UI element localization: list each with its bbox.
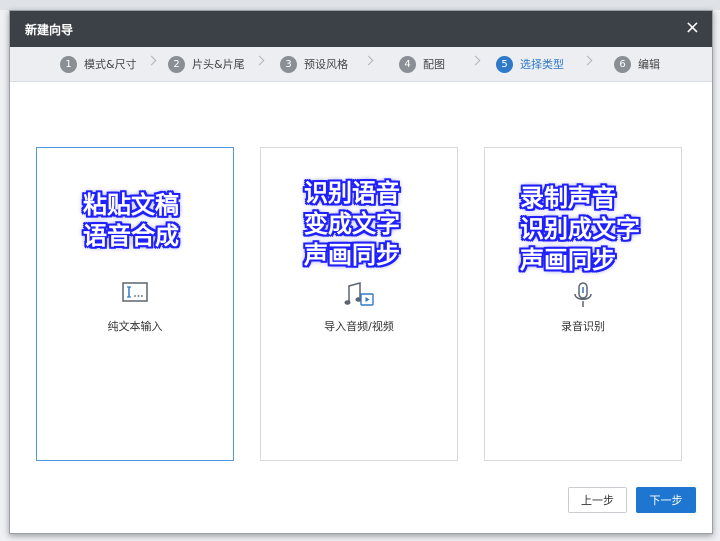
- option-card-text-input[interactable]: 粘贴文稿 语音合成 纯文本输入: [36, 147, 234, 461]
- option-label: 录音识别: [561, 320, 605, 333]
- new-wizard-dialog: 新建向导 × 1 模式&尺寸 2 片头&片尾 3 预设风格 4 配图 5 选择类…: [9, 10, 713, 534]
- step-number: 6: [614, 55, 631, 73]
- chevron-right-icon: [363, 55, 374, 66]
- step-number: 2: [168, 55, 185, 73]
- wizard-steps-bar: 1 模式&尺寸 2 片头&片尾 3 预设风格 4 配图 5 选择类型 6 编辑: [10, 47, 712, 82]
- step-label: 配图: [423, 58, 445, 71]
- step-6[interactable]: 6 编辑: [614, 55, 660, 73]
- step-5-active[interactable]: 5 选择类型: [496, 55, 564, 73]
- overlay-caption: 粘贴文稿 语音合成: [83, 191, 179, 250]
- overlay-caption: 识别语音 变成文字 声画同步: [304, 179, 400, 269]
- step-number: 3: [280, 55, 297, 73]
- chevron-right-icon: [470, 55, 481, 66]
- step-label: 编辑: [638, 58, 660, 71]
- step-label: 选择类型: [520, 58, 564, 71]
- option-label: 纯文本输入: [107, 320, 163, 333]
- music-video-icon: [261, 282, 457, 308]
- overlay-caption: 录制声音 识别成文字 声画同步: [520, 184, 640, 274]
- chevron-right-icon: [582, 55, 593, 66]
- step-number: 5: [496, 55, 513, 73]
- step-1[interactable]: 1 模式&尺寸: [60, 55, 137, 73]
- option-label: 导入音频/视频: [324, 320, 394, 333]
- text-input-icon: [37, 282, 233, 302]
- step-label: 模式&尺寸: [84, 58, 137, 71]
- dialog-title: 新建向导: [25, 23, 74, 37]
- previous-step-button[interactable]: 上一步: [568, 487, 627, 513]
- next-step-button[interactable]: 下一步: [636, 487, 696, 513]
- step-3[interactable]: 3 预设风格: [280, 55, 348, 73]
- close-icon[interactable]: ×: [685, 18, 700, 38]
- background-window-strip: [0, 0, 720, 10]
- dialog-titlebar: 新建向导 ×: [10, 11, 712, 47]
- microphone-icon: [485, 282, 681, 310]
- option-card-import-media[interactable]: 识别语音 变成文字 声画同步 导入音频/视频: [260, 147, 458, 461]
- step-label: 片头&片尾: [192, 58, 245, 71]
- step-label: 预设风格: [304, 58, 348, 71]
- step-number: 4: [399, 55, 416, 73]
- step-2[interactable]: 2 片头&片尾: [168, 55, 245, 73]
- step-number: 1: [60, 55, 77, 73]
- chevron-right-icon: [146, 55, 157, 66]
- chevron-right-icon: [254, 55, 265, 66]
- option-card-record-voice[interactable]: 录制声音 识别成文字 声画同步 录音识别: [484, 147, 682, 461]
- step-4[interactable]: 4 配图: [399, 55, 445, 73]
